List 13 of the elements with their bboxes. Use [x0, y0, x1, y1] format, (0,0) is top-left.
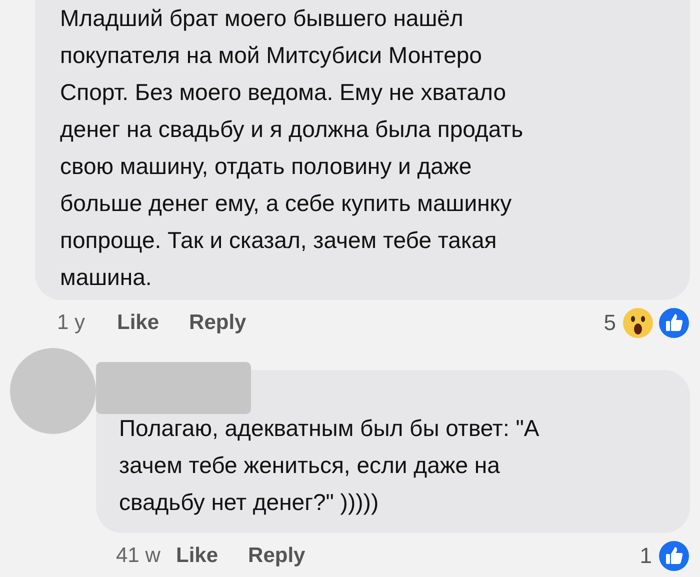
reply-link[interactable]: Reply: [189, 311, 246, 335]
comment-text: Младший брат моего бывшего нашёл покупателя на мой Митсубиси Монтеро Спорт. Без моего ведома. Ему не хватало денег на свадьбу и я должна была продать свою машину, отдать половину и даже больше денег ему, а себе купить машинку попроще. Так и сказал, зачем тебе такая машина.: [60, 4, 524, 292]
like-link[interactable]: Like: [176, 544, 218, 568]
comment-time: 1 y: [57, 311, 86, 335]
reaction-count: 1: [640, 543, 652, 569]
comment-time: 41 w: [116, 544, 162, 568]
comment-text: Полагаю, адекватным был бы ответ: "А зачем тебе жениться, если даже на свадьбу нет денег?" ))))): [119, 414, 540, 517]
like-link[interactable]: Like: [117, 311, 160, 335]
thumbs-up-icon: [658, 540, 690, 572]
reaction-count: 5: [604, 310, 616, 336]
wow-emoji-icon: [622, 307, 654, 339]
reply-link[interactable]: Reply: [248, 544, 306, 568]
thumbs-up-icon: [658, 307, 690, 339]
